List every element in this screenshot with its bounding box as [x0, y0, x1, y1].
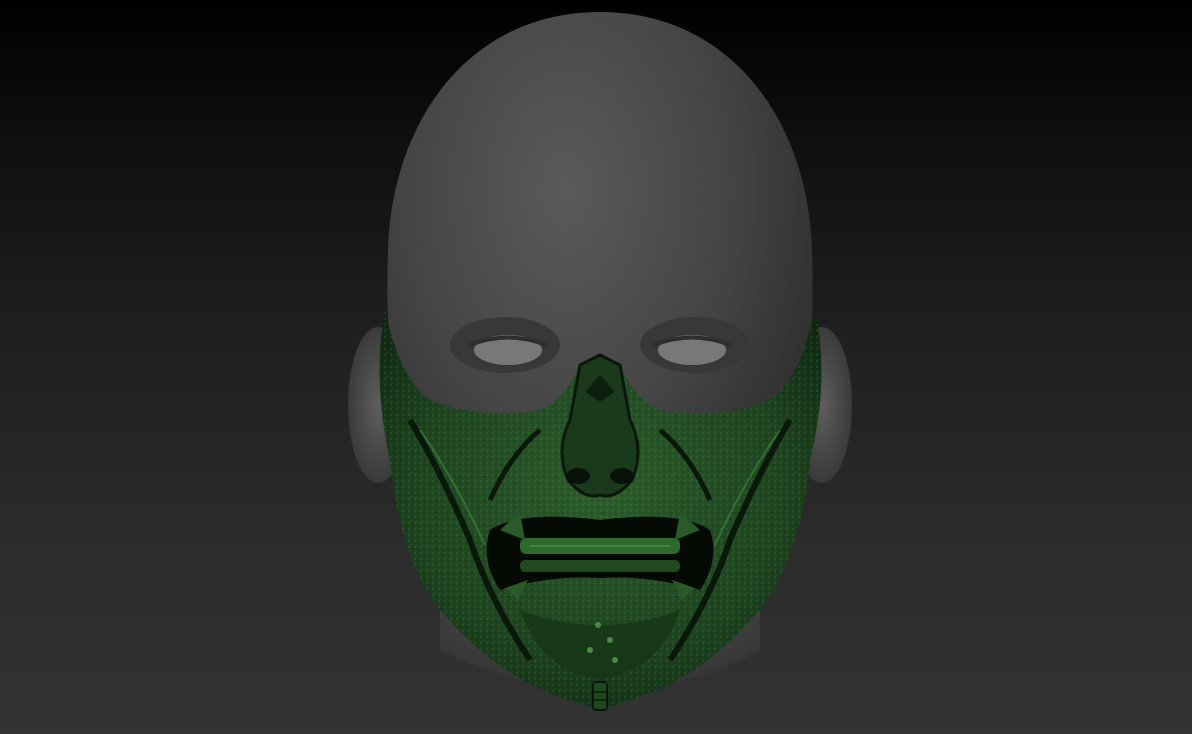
3d-viewport[interactable]	[0, 0, 1192, 734]
mask-chin-bolt	[592, 681, 608, 711]
sculpt-model	[348, 12, 852, 711]
